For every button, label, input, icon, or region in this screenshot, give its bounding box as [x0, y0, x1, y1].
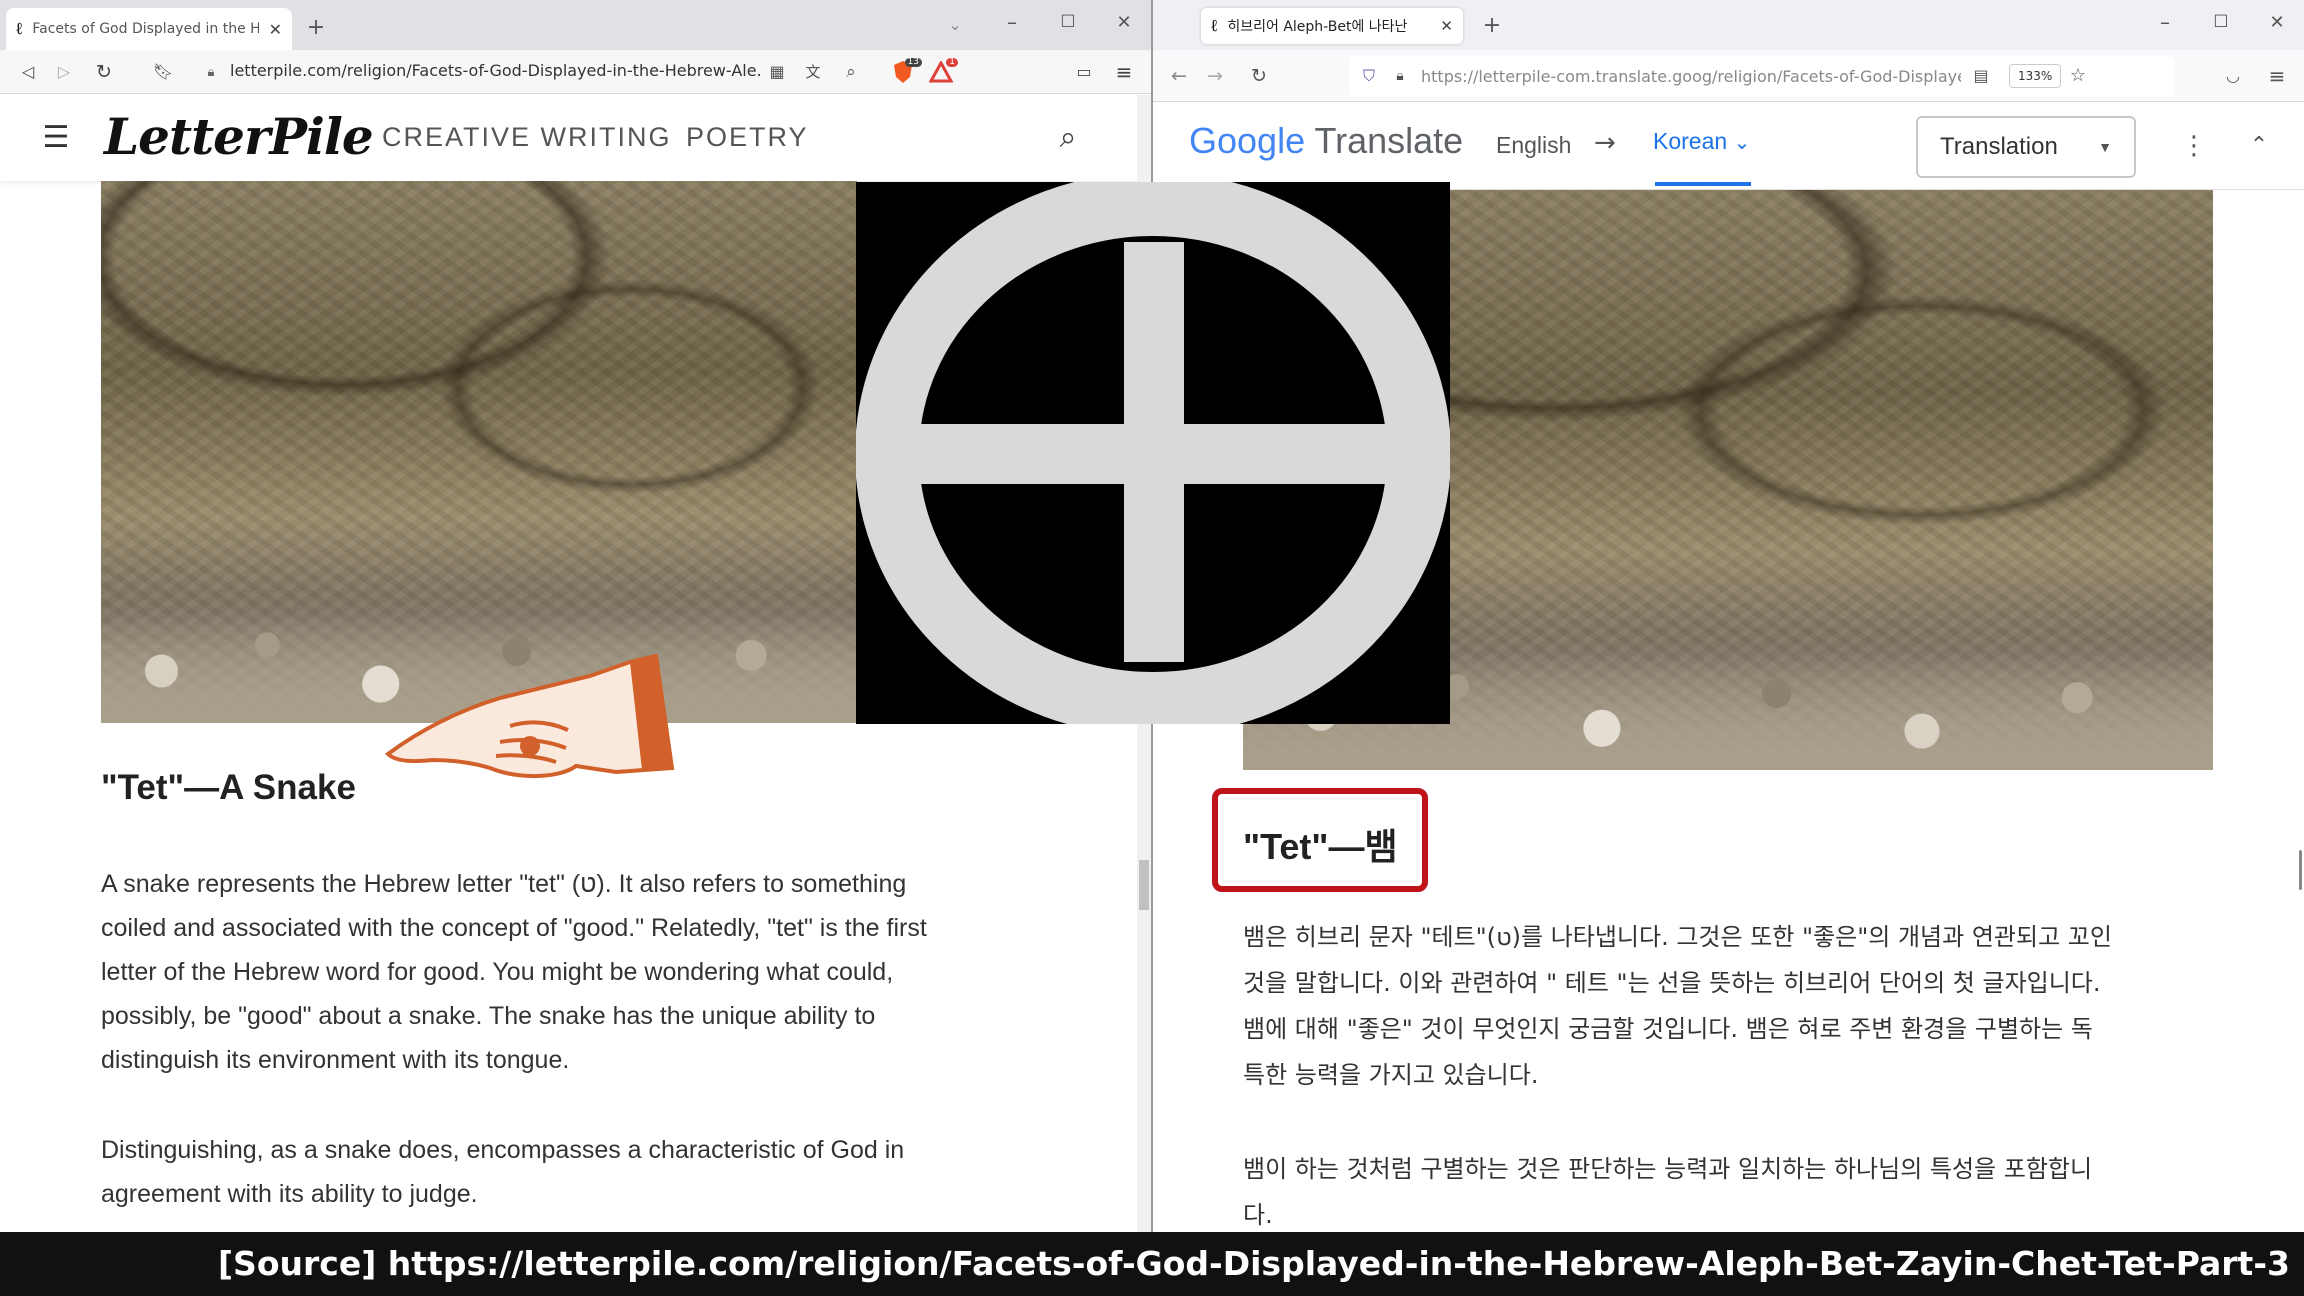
left-active-tab[interactable]: ℓ Facets of God Displayed in the H ✕ [6, 8, 292, 50]
new-tab-icon[interactable]: + [1477, 12, 1507, 40]
right-paragraph-2: 뱀이 하는 것처럼 구별하는 것은 판단하는 능력과 일치하는 하나님의 특성을… [1243, 1146, 2243, 1232]
chevron-down-icon: ⌄ [1733, 132, 1751, 154]
translation-mode-select[interactable]: Translation ▼ [1916, 116, 2136, 178]
tab-list-chevron-icon[interactable]: ⌄ [940, 12, 970, 38]
language-arrow: → [1594, 128, 1616, 158]
new-tab-icon[interactable]: + [300, 14, 332, 42]
reload-icon[interactable]: ↻ [1245, 64, 1273, 88]
right-tab-title: 히브리어 Aleph-Bet에 나타난 [1227, 19, 1408, 35]
close-window-icon[interactable]: ✕ [2257, 4, 2297, 40]
right-url-text: https://letterpile-com.translate.goog/re… [1421, 67, 1961, 86]
letterpile-favicon: ℓ [1211, 16, 1218, 36]
nav-poetry[interactable]: POETRY [686, 122, 809, 153]
right-tab-strip: ℓ 히브리어 Aleph-Bet에 나타난 ✕ + – ☐ ✕ [1153, 0, 2304, 50]
right-paragraph-1: 뱀은 히브리 문자 "테트"(ט)를 나타냅니다. 그것은 또한 "좋은"의 개… [1243, 914, 2243, 1098]
site-header: ☰ LetterPile CREATIVE WRITING POETRY ⌕ [0, 95, 1137, 181]
letterpile-favicon: ℓ [16, 19, 23, 39]
translation-mode-label: Translation [1940, 133, 2058, 160]
qr-code-icon[interactable]: ▦ [764, 60, 790, 84]
left-p1-line: distinguish its environment with its ton… [101, 1046, 570, 1074]
left-address-bar[interactable]: letterpile.com/religion/Facets-of-God-Di… [230, 61, 760, 80]
minimize-icon[interactable]: – [992, 4, 1032, 40]
translate-wordmark: Translate [1314, 120, 1464, 161]
right-p2-line: 다. [1243, 1201, 1273, 1229]
google-translate-bar: Google Translate English → Korean ⌄ Tran… [1153, 102, 2304, 190]
right-toolbar: ← → ↻ ⛉ 🔒︎ https://letterpile-com.transl… [1153, 50, 2304, 102]
search-icon[interactable]: ⌕ [1048, 119, 1088, 157]
right-p2-line: 뱀이 하는 것처럼 구별하는 것은 판단하는 능력과 일치하는 하나님의 특성을… [1243, 1155, 2093, 1183]
shield-count-badge: 13 [904, 58, 922, 67]
left-p1-line: A snake represents the Hebrew letter "te… [101, 870, 907, 898]
source-caption: [Source] https://letterpile.com/religion… [218, 1244, 2290, 1283]
menu-icon[interactable]: ≡ [2263, 64, 2291, 88]
left-p2-line: Distinguishing, as a snake does, encompa… [101, 1136, 905, 1164]
forward-icon[interactable]: ▷ [50, 60, 78, 84]
right-p1-line: 특한 능력을 가지고 있습니다. [1243, 1061, 1539, 1089]
pocket-icon[interactable]: ◡ [2219, 64, 2247, 88]
zoom-level-badge[interactable]: 133% [2009, 64, 2062, 88]
nav-creative-writing[interactable]: CREATIVE WRITING [382, 122, 672, 153]
close-tab-icon[interactable]: ✕ [1440, 17, 1453, 35]
left-p1-line: possibly, be "good" about a snake. The s… [101, 1002, 876, 1030]
reload-icon[interactable]: ↻ [90, 60, 118, 84]
brave-shield-icon[interactable]: 13 [888, 58, 922, 86]
collapse-icon[interactable]: ⌃ [2243, 126, 2275, 166]
lock-icon: 🔒︎ [1396, 68, 1404, 84]
right-p1-line: 뱀은 히브리 문자 "테트"(ט)를 나타냅니다. 그것은 또한 "좋은"의 개… [1243, 923, 2112, 951]
rewards-icon[interactable]: 1 [926, 58, 958, 86]
right-p1-line: 뱀에 대해 "좋은" 것이 무엇인지 궁금할 것입니다. 뱀은 혀로 주변 환경… [1243, 1015, 2093, 1043]
right-active-tab[interactable]: ℓ 히브리어 Aleph-Bet에 나타난 ✕ [1201, 8, 1463, 44]
forward-icon[interactable]: → [1201, 64, 1229, 88]
dropdown-caret-icon: ▼ [2098, 139, 2112, 155]
rewards-badge: 1 [946, 58, 958, 67]
maximize-icon[interactable]: ☐ [1048, 4, 1088, 40]
back-icon[interactable]: ◁ [14, 60, 42, 84]
left-tab-strip: ℓ Facets of God Displayed in the H ✕ + ⌄… [0, 0, 1151, 50]
left-toolbar: ◁ ▷ ↻ 🔖︎ 🔒︎ letterpile.com/religion/Face… [0, 50, 1151, 94]
bookmark-icon[interactable]: 🔖︎ [150, 60, 176, 84]
google-wordmark: Google [1189, 120, 1306, 161]
minimize-icon[interactable]: – [2145, 4, 2185, 40]
pointing-hand-icon [380, 650, 676, 780]
hamburger-menu-icon[interactable]: ☰ [36, 121, 76, 155]
right-address-bar[interactable]: ⛉ 🔒︎ https://letterpile-com.translate.go… [1349, 56, 2175, 96]
tracking-shield-icon[interactable]: ⛉ [1357, 64, 1381, 88]
right-scrollbar-thumb[interactable] [2299, 850, 2302, 890]
translate-page-icon[interactable]: 文 [800, 60, 826, 84]
back-icon[interactable]: ← [1165, 64, 1193, 88]
left-p1-line: letter of the Hebrew word for good. You … [101, 958, 894, 986]
google-translate-logo[interactable]: Google Translate [1189, 120, 1463, 162]
target-language: Korean [1653, 128, 1728, 154]
target-language-select[interactable]: Korean ⌄ [1653, 128, 1750, 155]
zoom-icon[interactable]: ⌕ [838, 60, 864, 84]
wallet-icon[interactable]: ▭ [1070, 60, 1098, 84]
tet-symbol-overlay [855, 172, 1451, 736]
source-language[interactable]: English [1496, 132, 1571, 159]
right-p1-line: 것을 말합니다. 이와 관련하여 " 테트 "는 선을 뜻하는 히브리어 단어의… [1243, 969, 2101, 997]
close-window-icon[interactable]: ✕ [1104, 4, 1144, 40]
more-options-icon[interactable]: ⋮ [2179, 126, 2209, 166]
right-heading: "Tet"—뱀 [1243, 826, 1398, 867]
bookmark-star-icon[interactable]: ☆ [2065, 64, 2091, 88]
left-tab-title: Facets of God Displayed in the H [32, 21, 259, 37]
source-url[interactable]: https://letterpile.com/religion/Facets-o… [388, 1244, 2290, 1283]
close-tab-icon[interactable]: ✕ [269, 20, 282, 39]
left-paragraph-2: Distinguishing, as a snake does, encompa… [101, 1128, 1001, 1216]
target-language-underline [1655, 182, 1751, 186]
menu-icon[interactable]: ≡ [1110, 60, 1138, 84]
maximize-icon[interactable]: ☐ [2201, 4, 2241, 40]
source-caption-bar: [Source] https://letterpile.com/religion… [0, 1232, 2304, 1296]
left-heading: "Tet"—A Snake [101, 768, 356, 807]
lock-icon: 🔒︎ [207, 64, 215, 80]
snake-photo-left [101, 181, 857, 723]
left-paragraph-1: A snake represents the Hebrew letter "te… [101, 862, 1001, 1082]
left-p2-line: agreement with its ability to judge. [101, 1180, 478, 1208]
left-scrollbar-thumb[interactable] [1139, 860, 1149, 910]
site-logo[interactable]: LetterPile [104, 107, 374, 166]
reader-view-icon[interactable]: ▤ [1969, 64, 1993, 88]
left-p1-line: coiled and associated with the concept o… [101, 914, 927, 942]
source-label: [Source] [217, 1244, 377, 1283]
tet-circle-cross-icon [855, 172, 1451, 736]
